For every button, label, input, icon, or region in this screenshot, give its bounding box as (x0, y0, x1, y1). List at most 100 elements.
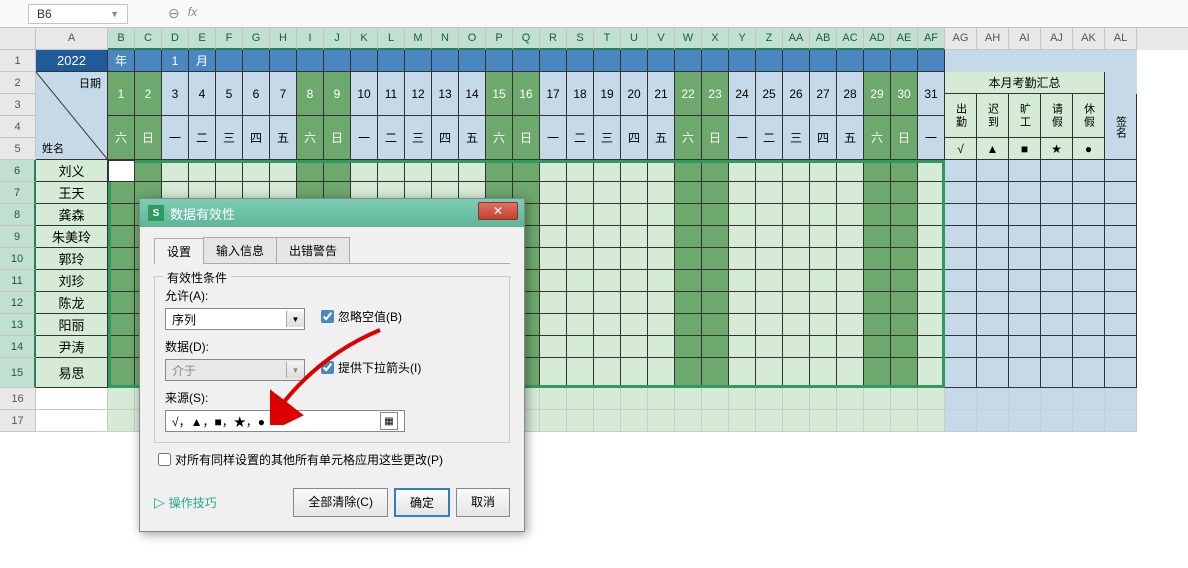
ok-button[interactable]: 确定 (394, 488, 450, 517)
attendance-cell[interactable] (621, 336, 648, 358)
row-header[interactable]: 4 (0, 116, 36, 138)
attendance-cell[interactable] (729, 182, 756, 204)
attendance-cell[interactable] (810, 160, 837, 182)
attendance-cell[interactable] (675, 204, 702, 226)
column-header[interactable]: AH (977, 28, 1009, 50)
column-header[interactable]: AC (837, 28, 864, 50)
attendance-cell[interactable] (675, 182, 702, 204)
attendance-cell[interactable] (675, 160, 702, 182)
attendance-cell[interactable] (756, 160, 783, 182)
row-header[interactable]: 17 (0, 410, 36, 432)
attendance-cell[interactable] (810, 182, 837, 204)
attendance-cell[interactable] (540, 204, 567, 226)
column-header[interactable]: J (324, 28, 351, 50)
column-header[interactable]: N (432, 28, 459, 50)
column-header[interactable]: C (135, 28, 162, 50)
attendance-cell[interactable] (756, 204, 783, 226)
attendance-cell[interactable] (891, 226, 918, 248)
row-header[interactable]: 11 (0, 270, 36, 292)
attendance-cell[interactable] (756, 358, 783, 388)
attendance-cell[interactable] (918, 248, 945, 270)
column-header[interactable]: D (162, 28, 189, 50)
attendance-cell[interactable] (783, 358, 810, 388)
attendance-cell[interactable] (702, 292, 729, 314)
attendance-cell[interactable] (567, 204, 594, 226)
column-header[interactable]: P (486, 28, 513, 50)
attendance-cell[interactable] (108, 358, 135, 388)
attendance-cell[interactable] (135, 160, 162, 182)
attendance-cell[interactable] (918, 270, 945, 292)
attendance-cell[interactable] (756, 336, 783, 358)
column-header[interactable]: A (36, 28, 108, 50)
attendance-cell[interactable] (108, 314, 135, 336)
attendance-cell[interactable] (702, 358, 729, 388)
column-header[interactable]: K (351, 28, 378, 50)
attendance-cell[interactable] (756, 226, 783, 248)
attendance-cell[interactable] (891, 270, 918, 292)
cancel-button[interactable]: 取消 (456, 488, 510, 517)
column-header[interactable]: Z (756, 28, 783, 50)
attendance-cell[interactable] (702, 270, 729, 292)
attendance-cell[interactable] (567, 182, 594, 204)
column-header[interactable]: I (297, 28, 324, 50)
attendance-cell[interactable] (648, 182, 675, 204)
column-header[interactable]: V (648, 28, 675, 50)
attendance-cell[interactable] (108, 292, 135, 314)
attendance-cell[interactable] (108, 270, 135, 292)
column-header[interactable]: L (378, 28, 405, 50)
allow-select[interactable]: 序列 ▼ (165, 308, 305, 330)
attendance-cell[interactable] (837, 226, 864, 248)
attendance-cell[interactable] (702, 248, 729, 270)
column-header[interactable]: O (459, 28, 486, 50)
attendance-cell[interactable] (756, 248, 783, 270)
column-header[interactable]: AA (783, 28, 810, 50)
attendance-cell[interactable] (594, 292, 621, 314)
attendance-cell[interactable] (648, 292, 675, 314)
column-header[interactable]: G (243, 28, 270, 50)
attendance-cell[interactable] (756, 182, 783, 204)
attendance-cell[interactable] (783, 226, 810, 248)
attendance-cell[interactable] (837, 314, 864, 336)
attendance-cell[interactable] (810, 204, 837, 226)
attendance-cell[interactable] (864, 314, 891, 336)
attendance-cell[interactable] (162, 160, 189, 182)
attendance-cell[interactable] (540, 292, 567, 314)
attendance-cell[interactable] (810, 270, 837, 292)
row-header[interactable]: 15 (0, 358, 36, 388)
row-header[interactable]: 5 (0, 138, 36, 160)
attendance-cell[interactable] (621, 292, 648, 314)
column-header[interactable]: W (675, 28, 702, 50)
attendance-cell[interactable] (891, 204, 918, 226)
column-header[interactable]: R (540, 28, 567, 50)
attendance-cell[interactable] (729, 270, 756, 292)
attendance-cell[interactable] (648, 336, 675, 358)
attendance-cell[interactable] (621, 204, 648, 226)
attendance-cell[interactable] (729, 336, 756, 358)
attendance-cell[interactable] (864, 182, 891, 204)
attendance-cell[interactable] (540, 226, 567, 248)
row-header[interactable]: 10 (0, 248, 36, 270)
attendance-cell[interactable] (891, 358, 918, 388)
attendance-cell[interactable] (108, 182, 135, 204)
attendance-cell[interactable] (567, 336, 594, 358)
attendance-cell[interactable] (702, 226, 729, 248)
attendance-cell[interactable] (864, 358, 891, 388)
column-header[interactable]: X (702, 28, 729, 50)
attendance-cell[interactable] (594, 248, 621, 270)
row-header[interactable]: 16 (0, 388, 36, 410)
attendance-cell[interactable] (729, 358, 756, 388)
attendance-cell[interactable] (594, 314, 621, 336)
attendance-cell[interactable] (729, 160, 756, 182)
tab-input-info[interactable]: 输入信息 (203, 237, 277, 263)
row-header[interactable]: 12 (0, 292, 36, 314)
attendance-cell[interactable] (108, 226, 135, 248)
attendance-cell[interactable] (729, 248, 756, 270)
row-header[interactable]: 6 (0, 160, 36, 182)
row-header[interactable]: 9 (0, 226, 36, 248)
attendance-cell[interactable] (567, 270, 594, 292)
attendance-cell[interactable] (540, 358, 567, 388)
column-header[interactable]: AJ (1041, 28, 1073, 50)
attendance-cell[interactable] (918, 204, 945, 226)
attendance-cell[interactable] (864, 226, 891, 248)
attendance-cell[interactable] (108, 336, 135, 358)
